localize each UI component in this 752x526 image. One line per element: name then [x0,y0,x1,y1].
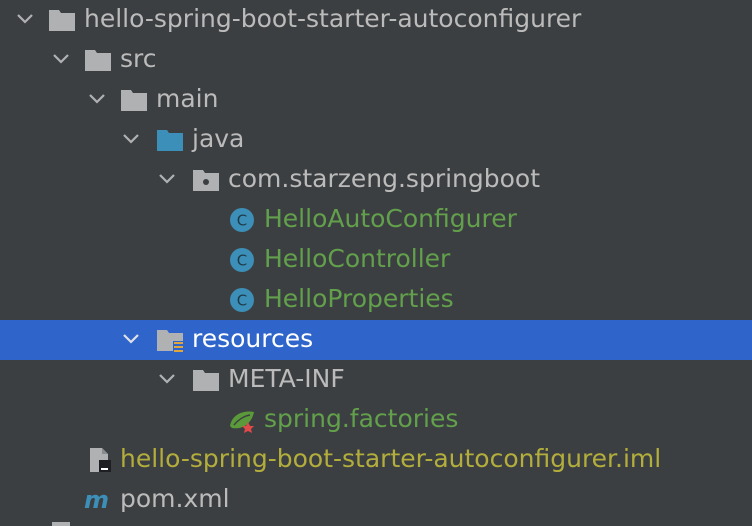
project-tree: hello-spring-boot-starter-autoconfigurer… [0,0,752,526]
tree-item-class[interactable]: C HelloProperties [0,280,752,320]
chevron-down-icon[interactable] [86,88,108,110]
class-icon: C [230,288,254,312]
tree-item-java[interactable]: java [0,120,752,160]
chevron-down-icon[interactable] [14,8,36,30]
chevron-down-icon[interactable] [156,368,178,390]
class-icon: C [230,248,254,272]
tree-item-module-root[interactable]: hello-spring-boot-starter-autoconfigurer [0,0,752,40]
tree-item-partial [0,520,752,526]
chevron-down-icon[interactable] [120,328,142,350]
tree-item-meta-inf[interactable]: META-INF [0,360,752,400]
folder-icon [121,90,147,111]
chevron-down-icon[interactable] [120,128,142,150]
tree-item-label: HelloController [264,244,451,273]
tree-item-pom[interactable]: m pom.xml [0,480,752,520]
svg-text:C: C [237,292,247,310]
tree-item-label: com.starzeng.springboot [228,164,541,193]
tree-item-label: main [156,84,219,113]
chevron-down-icon[interactable] [50,48,72,70]
folder-icon [49,10,75,31]
tree-item-label: META-INF [228,364,345,393]
chevron-down-icon[interactable] [156,168,178,190]
tree-item-label: hello-spring-boot-starter-autoconfigurer [84,4,582,33]
folder-icon [85,50,111,71]
tree-item-label: HelloProperties [264,284,454,313]
tree-item-label: spring.factories [264,404,459,433]
tree-item-label: java [192,124,245,153]
folder-icon [193,370,219,391]
tree-item-label: resources [192,324,314,353]
svg-text:C: C [237,252,247,270]
svg-text:C: C [237,212,247,230]
tree-item-iml-file[interactable]: hello-spring-boot-starter-autoconfigurer… [0,440,752,480]
source-root-folder-icon [157,130,183,151]
tree-item-label: hello-spring-boot-starter-autoconfigurer… [120,444,662,473]
class-icon: C [230,208,254,232]
iml-file-icon [90,448,111,472]
maven-icon: m [84,486,109,514]
spring-icon [230,411,254,433]
tree-item-class[interactable]: C HelloAutoConfigurer [0,200,752,240]
tree-item-main[interactable]: main [0,80,752,120]
resources-root-folder-icon [157,330,184,354]
tree-item-class[interactable]: C HelloController [0,240,752,280]
tree-item-package[interactable]: com.starzeng.springboot [0,160,752,200]
tree-item-label: HelloAutoConfigurer [264,204,517,233]
tree-item-label: pom.xml [120,484,230,513]
package-icon [193,170,219,191]
tree-item-spring-factories[interactable]: spring.factories [0,400,752,440]
tree-item-src[interactable]: src [0,40,752,80]
svg-text:m: m [84,486,109,514]
folder-icon [52,522,70,526]
tree-item-resources[interactable]: resources [0,320,752,360]
tree-item-label: src [120,44,157,73]
